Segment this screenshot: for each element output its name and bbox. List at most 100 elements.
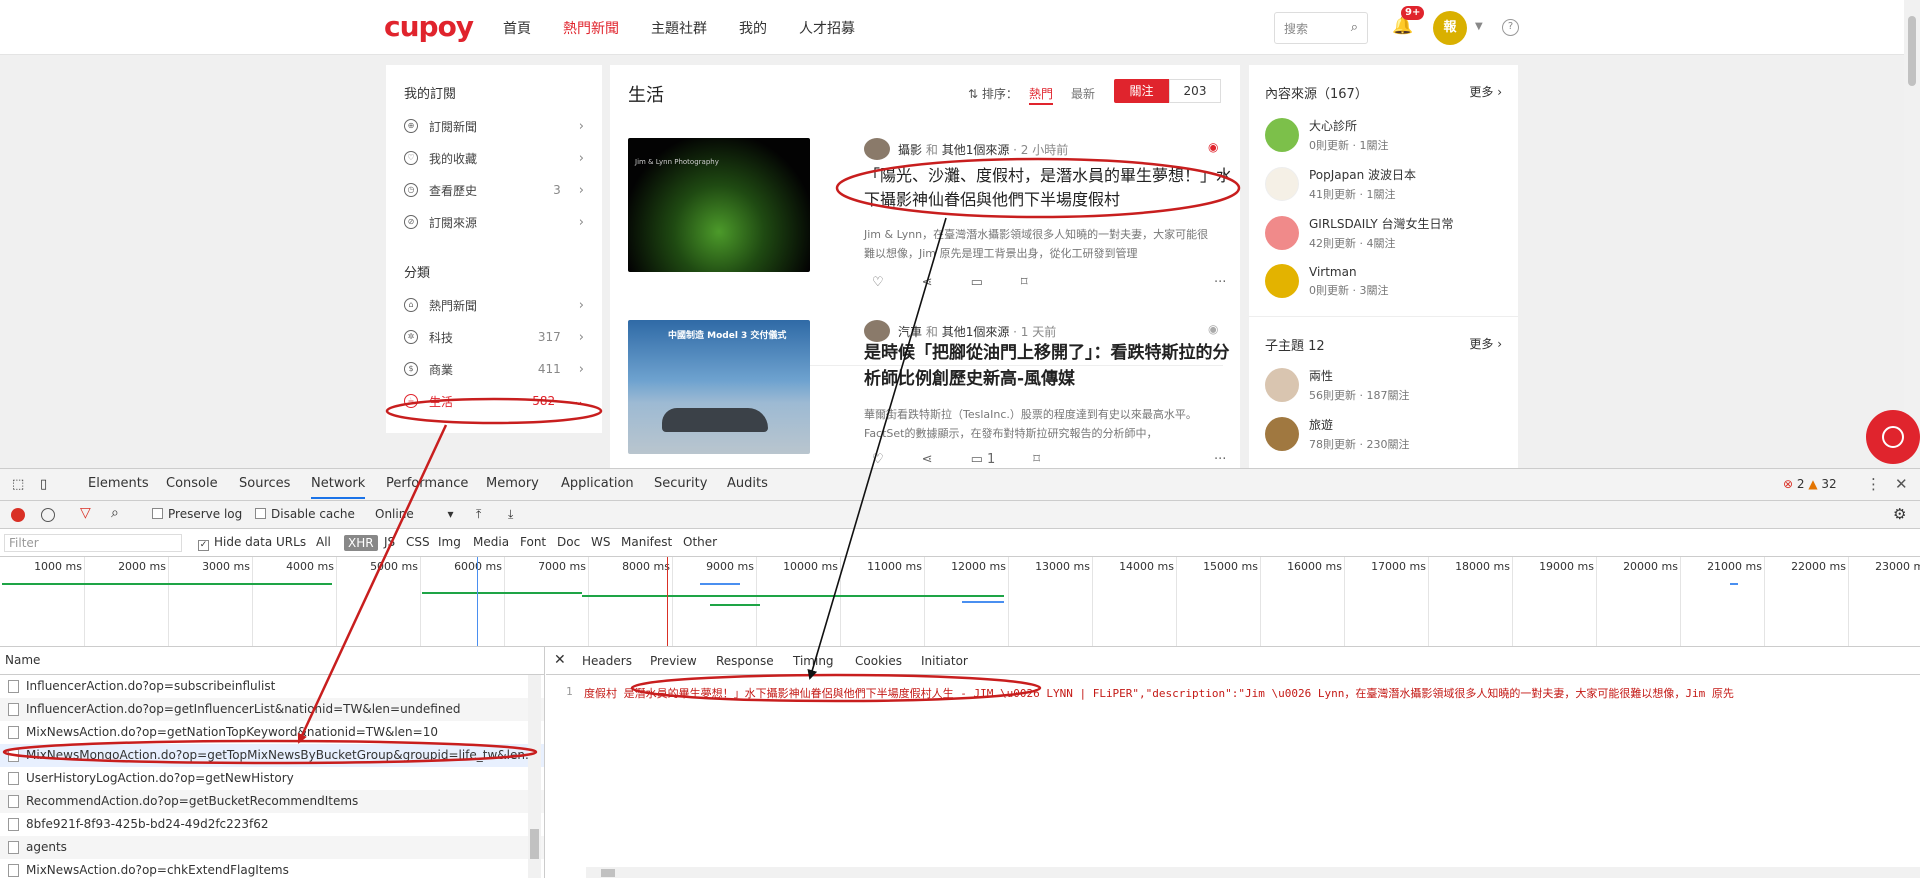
page-scrollbar[interactable] — [1904, 0, 1920, 468]
like-icon[interactable]: ♡ — [872, 275, 884, 290]
source-item[interactable]: GIRLSDAILY 台灣女生日常 42則更新 · 4關注 — [1265, 215, 1454, 251]
hide-data-urls-toggle[interactable]: ✓ Hide data URLs — [198, 535, 306, 551]
article-thumbnail[interactable]: 中國制造 Model 3 交付儀式 — [628, 320, 810, 454]
share-icon[interactable]: ⋖ — [922, 275, 933, 290]
sidebar-item-subscribed-news[interactable]: ⊕ 訂閱新聞 › — [386, 110, 602, 142]
filter-icon[interactable]: ▽ — [80, 505, 91, 521]
search-box[interactable]: 搜索 ⌕ — [1274, 12, 1368, 44]
tab-sources[interactable]: Sources — [239, 476, 290, 491]
search-icon[interactable]: ⌕ — [1351, 20, 1358, 35]
record-button[interactable] — [11, 508, 25, 522]
cupoy-logo[interactable]: cupoy — [384, 10, 474, 43]
type-filter-manifest[interactable]: Manifest — [621, 535, 672, 549]
request-row[interactable]: InfluencerAction.do?op=subscribeinflulis… — [0, 675, 544, 698]
source-item[interactable]: PopJapan 波波日本 41則更新 · 1關注 — [1265, 166, 1416, 202]
close-detail-icon[interactable]: ✕ — [554, 652, 566, 668]
horizontal-scrollbar[interactable] — [586, 867, 1920, 878]
source-item[interactable]: 大心診所 0則更新 · 1關注 — [1265, 117, 1389, 153]
request-row[interactable]: RecommendAction.do?op=getBucketRecommend… — [0, 790, 544, 813]
article-title[interactable]: 是時候「把腳從油門上移開了」：看跌特斯拉的分析師比例創歷史新高-風傳媒 — [864, 340, 1234, 392]
comment-icon[interactable]: ▭ — [971, 275, 983, 290]
sidebar-item-life[interactable]: ☕ 生活 582 ⌄ — [386, 385, 602, 417]
share-icon[interactable]: ⋖ — [922, 452, 933, 467]
request-row[interactable]: MixNewsAction.do?op=getNationTopKeyword&… — [0, 721, 544, 744]
sidebar-item-hot-news[interactable]: ⌂ 熱門新聞 › — [386, 289, 602, 321]
type-filter-doc[interactable]: Doc — [557, 535, 580, 549]
type-filter-ws[interactable]: WS — [591, 535, 610, 549]
scrollbar-thumb[interactable] — [1908, 16, 1916, 86]
more-icon[interactable]: ··· — [1214, 452, 1226, 467]
type-filter-all[interactable]: All — [316, 535, 331, 549]
tab-security[interactable]: Security — [654, 476, 707, 491]
nav-hot-news[interactable]: 熱門新聞 — [563, 18, 619, 38]
more-icon[interactable]: ··· — [1214, 275, 1226, 290]
preserve-log-checkbox[interactable] — [152, 508, 163, 519]
bookmark-icon[interactable]: ⌑ — [1033, 452, 1040, 467]
sidebar-item-favorites[interactable]: ♡ 我的收藏 › — [386, 142, 602, 174]
device-toolbar-icon[interactable]: ▯ — [40, 477, 47, 492]
inspect-icon[interactable]: ⬚ — [12, 477, 24, 492]
network-overview-timeline[interactable]: 1000 ms 2000 ms 3000 ms 4000 ms 5000 ms 6000 … — [0, 557, 1920, 647]
request-row[interactable]: MixNewsMongoAction.do?op=getTopMixNewsBy… — [0, 744, 544, 767]
subtopic-item[interactable]: 旅遊 78則更新 · 230關注 — [1265, 416, 1409, 452]
response-body[interactable]: 1 度假村 是潛水員的畢生夢想！」水下攝影神仙眷侶與他們下半場度假村人生 - J… — [546, 675, 1920, 878]
tab-response[interactable]: Response — [716, 654, 774, 668]
sidebar-item-history[interactable]: ◷ 查看歷史 3 › — [386, 174, 602, 206]
tab-preview[interactable]: Preview — [650, 654, 697, 668]
type-filter-css[interactable]: CSS — [406, 535, 430, 549]
sources-more-link[interactable]: 更多 › — [1469, 83, 1502, 100]
other-sources[interactable]: 其他1個來源 — [942, 323, 1010, 340]
type-filter-other[interactable]: Other — [683, 535, 717, 549]
settings-gear-icon[interactable]: ⚙ — [1893, 505, 1906, 523]
type-filter-img[interactable]: Img — [438, 535, 461, 549]
tab-cookies[interactable]: Cookies — [855, 654, 902, 668]
subtopic-item[interactable]: 兩性 56則更新 · 187關注 — [1265, 367, 1409, 403]
tab-network[interactable]: Network — [311, 476, 366, 499]
nav-mine[interactable]: 我的 — [739, 18, 767, 38]
type-filter-font[interactable]: Font — [520, 535, 546, 549]
tab-initiator[interactable]: Initiator — [921, 654, 968, 668]
type-filter-js[interactable]: JS — [384, 535, 395, 549]
type-filter-xhr[interactable]: XHR — [344, 535, 378, 551]
user-avatar[interactable]: 報 — [1433, 11, 1467, 45]
sort-hot-tab[interactable]: 熱門 — [1029, 85, 1054, 105]
preserve-log-toggle[interactable]: Preserve log — [152, 507, 242, 521]
export-har-icon[interactable]: ⤓ — [508, 507, 513, 522]
sort-new-tab[interactable]: 最新 — [1071, 85, 1095, 102]
tab-console[interactable]: Console — [166, 476, 218, 491]
search-icon[interactable]: ⌕ — [111, 505, 119, 521]
article-thumbnail[interactable]: Jim & Lynn Photography — [628, 138, 810, 272]
tab-elements[interactable]: Elements — [88, 476, 149, 491]
follow-button[interactable]: 關注 — [1114, 79, 1169, 103]
request-row[interactable]: MixNewsAction.do?op=chkExtendFlagItems — [0, 859, 544, 878]
sidebar-item-sources[interactable]: ⊘ 訂閱來源 › — [386, 206, 602, 238]
throttle-select[interactable]: Online ▾ — [375, 507, 454, 521]
more-options-icon[interactable]: ⋮ — [1866, 475, 1881, 493]
other-sources[interactable]: 其他1個來源 — [942, 141, 1010, 158]
hide-data-urls-checkbox[interactable]: ✓ — [198, 540, 209, 551]
request-row[interactable]: agents — [0, 836, 544, 859]
subtopics-more-link[interactable]: 更多 › — [1469, 335, 1502, 352]
import-har-icon[interactable]: ⤒ — [476, 507, 481, 522]
chevron-down-icon[interactable]: ▼ — [1475, 21, 1483, 32]
scrollbar-thumb[interactable] — [530, 829, 539, 859]
source-name[interactable]: 汽車 — [898, 323, 922, 340]
article-title[interactable]: 「陽光、沙灘、度假村，是潛水員的畢生夢想！」水下攝影神仙眷侶與他們下半場度假村 — [864, 164, 1234, 212]
source-name[interactable]: 攝影 — [898, 141, 922, 158]
disable-cache-checkbox[interactable] — [255, 508, 266, 519]
chat-button[interactable] — [1866, 410, 1920, 464]
name-column-header[interactable]: Name — [0, 647, 544, 675]
scrollbar-thumb[interactable] — [601, 869, 615, 877]
nav-jobs[interactable]: 人才招募 — [799, 18, 855, 38]
disable-cache-toggle[interactable]: Disable cache — [255, 507, 355, 521]
request-row[interactable]: UserHistoryLogAction.do?op=getNewHistory — [0, 767, 544, 790]
request-row[interactable]: InfluencerAction.do?op=getInfluencerList… — [0, 698, 544, 721]
comment-icon[interactable]: ▭ 1 — [971, 452, 996, 467]
tab-application[interactable]: Application — [561, 476, 634, 491]
clear-button[interactable] — [41, 508, 55, 522]
tab-memory[interactable]: Memory — [486, 476, 539, 491]
help-icon[interactable]: ? — [1502, 19, 1519, 36]
sidebar-item-tech[interactable]: ✲ 科技 317 › — [386, 321, 602, 353]
nav-home[interactable]: 首頁 — [503, 18, 531, 38]
source-item[interactable]: Virtman 0則更新 · 3關注 — [1265, 264, 1389, 298]
